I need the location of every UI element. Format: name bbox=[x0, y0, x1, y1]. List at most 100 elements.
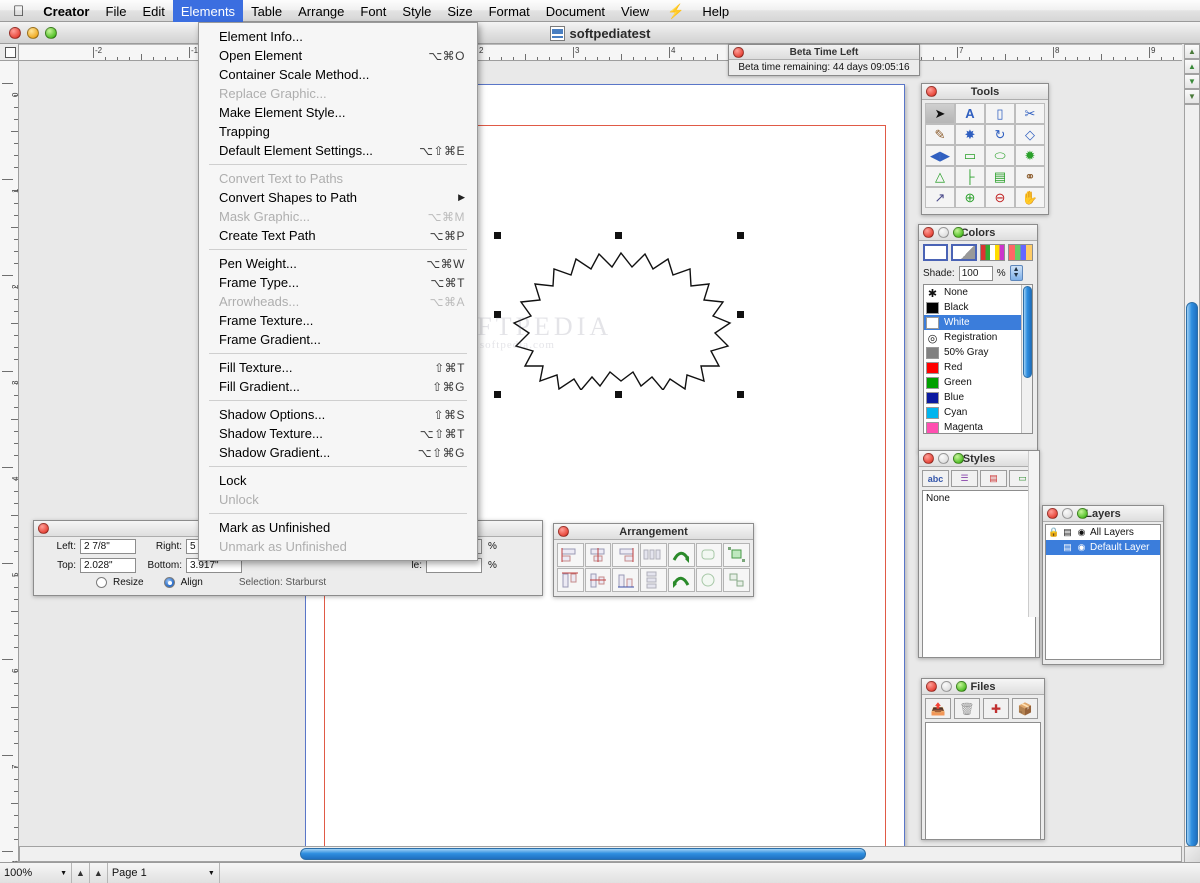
color-row-cyan[interactable]: Cyan bbox=[924, 405, 1032, 420]
menu-item-shadow-gradient[interactable]: Shadow Gradient... ⌥⇧⌘G bbox=[199, 443, 477, 462]
menu-document[interactable]: Document bbox=[538, 0, 613, 22]
vertical-ruler[interactable]: 012345678 bbox=[0, 61, 19, 883]
skew-tool[interactable]: ◇ bbox=[1015, 124, 1045, 145]
gradient-mode-button[interactable] bbox=[979, 244, 1005, 261]
resize-handle-ne[interactable] bbox=[737, 232, 744, 239]
styles-close-button[interactable] bbox=[923, 453, 934, 464]
layers-close-button[interactable] bbox=[1047, 508, 1058, 519]
magic-wand-tool[interactable]: ✸ bbox=[955, 124, 985, 145]
menu-item-frame-gradient[interactable]: Frame Gradient... bbox=[199, 330, 477, 349]
print-icon[interactable]: ▤ bbox=[1062, 527, 1073, 538]
resize-radio[interactable] bbox=[96, 577, 107, 588]
pointer-tool[interactable]: ➤ bbox=[925, 103, 955, 124]
menu-arrange[interactable]: Arrange bbox=[290, 0, 352, 22]
resize-handle-n[interactable] bbox=[615, 232, 622, 239]
next-page-icon[interactable]: ▼ bbox=[1184, 74, 1200, 89]
palette-mode-button[interactable] bbox=[1007, 244, 1033, 261]
rectangle-tool[interactable]: ▭ bbox=[955, 145, 985, 166]
menu-size[interactable]: Size bbox=[439, 0, 480, 22]
color-row-magenta[interactable]: Magenta bbox=[924, 420, 1032, 433]
menu-view[interactable]: View bbox=[613, 0, 657, 22]
menu-item-make-element-style[interactable]: Make Element Style... bbox=[199, 103, 477, 122]
arrangement-close-button[interactable] bbox=[558, 526, 569, 537]
menu-creator[interactable]: Creator bbox=[35, 0, 97, 22]
line-tool[interactable]: ├ bbox=[955, 166, 985, 187]
align-radio[interactable] bbox=[163, 577, 175, 588]
resize-handle-w[interactable] bbox=[494, 311, 501, 318]
menu-elements[interactable]: Elements bbox=[172, 0, 244, 22]
styles-minimize-button[interactable] bbox=[938, 453, 949, 464]
distribute-horizontal-button[interactable] bbox=[640, 543, 667, 567]
layers-minimize-button[interactable] bbox=[1062, 508, 1073, 519]
resize-handle-sw[interactable] bbox=[494, 391, 501, 398]
vertical-scroll-thumb[interactable] bbox=[1186, 302, 1198, 847]
styles-list[interactable]: None bbox=[922, 451, 1039, 658]
zoom-out-tool[interactable]: ⊖ bbox=[985, 187, 1015, 208]
beta-time-palette[interactable]: Beta Time Left Beta time remaining: 44 d… bbox=[728, 44, 920, 76]
align-center-vertical-button[interactable] bbox=[584, 568, 612, 592]
send-backward-button[interactable] bbox=[667, 568, 695, 592]
mirror-tool[interactable]: ◀▶ bbox=[925, 145, 955, 166]
color-row-none[interactable]: ✱ None bbox=[924, 285, 1032, 300]
layers-palette[interactable]: Layers 🔒 ▤ ◉ All Layers ▤ ◉ Default Laye… bbox=[1042, 505, 1164, 665]
menu-item-shadow-texture[interactable]: Shadow Texture... ⌥⇧⌘T bbox=[199, 424, 477, 443]
color-row-50gray[interactable]: 50% Gray bbox=[924, 345, 1032, 360]
ellipse-tool[interactable]: ⬭ bbox=[985, 145, 1015, 166]
link-tool[interactable]: ⚭ bbox=[1015, 166, 1045, 187]
layer-row-all[interactable]: 🔒 ▤ ◉ All Layers bbox=[1046, 525, 1160, 540]
table-tool[interactable]: ▤ bbox=[985, 166, 1015, 187]
left-input[interactable]: 2 7/8" bbox=[80, 539, 136, 554]
tools-palette[interactable]: Tools ➤ A ▯ ✂ ✎ ✸ ↻ ◇ ◀▶ ▭ ⬭ ✹ △ ├ ▤ ⚭ ↗… bbox=[921, 83, 1049, 215]
layer-row-default[interactable]: ▤ ◉ Default Layer bbox=[1046, 540, 1160, 555]
styles-list-scrollbar[interactable] bbox=[1028, 451, 1039, 617]
menu-file[interactable]: File bbox=[98, 0, 135, 22]
menu-table[interactable]: Table bbox=[243, 0, 290, 22]
distribute-vertical-button[interactable] bbox=[640, 568, 667, 592]
zoom-out-step-button[interactable]: ▲ bbox=[72, 862, 90, 883]
beta-close-button[interactable] bbox=[733, 47, 744, 58]
collect-files-icon[interactable]: 📦 bbox=[1012, 698, 1038, 719]
top-input[interactable]: 2.028" bbox=[80, 558, 136, 573]
menu-item-container-scale-method[interactable]: Container Scale Method... bbox=[199, 65, 477, 84]
window-titlebar[interactable]: softpediatest bbox=[0, 22, 1200, 44]
apple-menu-icon[interactable]:  bbox=[0, 0, 35, 22]
menu-item-pen-weight[interactable]: Pen Weight... ⌥⌘W bbox=[199, 254, 477, 273]
align-right-button[interactable] bbox=[612, 543, 640, 567]
color-row-blue[interactable]: Blue bbox=[924, 390, 1032, 405]
files-zoom-button[interactable] bbox=[956, 681, 967, 692]
rotate-tool[interactable]: ↻ bbox=[985, 124, 1015, 145]
menu-item-frame-texture[interactable]: Frame Texture... bbox=[199, 311, 477, 330]
menu-font[interactable]: Font bbox=[352, 0, 394, 22]
align-left-button[interactable] bbox=[557, 543, 584, 567]
menu-item-mark-as-unfinished[interactable]: Mark as Unfinished bbox=[199, 518, 477, 537]
menu-item-default-element-settings[interactable]: Default Element Settings... ⌥⇧⌘E bbox=[199, 141, 477, 160]
position-close-button[interactable] bbox=[38, 523, 49, 534]
resize-handle-s[interactable] bbox=[615, 391, 622, 398]
menu-format[interactable]: Format bbox=[481, 0, 538, 22]
color-row-green[interactable]: Green bbox=[924, 375, 1032, 390]
relink-file-icon[interactable]: 📤 bbox=[925, 698, 951, 719]
horizontal-scroll-thumb[interactable] bbox=[300, 848, 866, 860]
layers-zoom-button[interactable] bbox=[1077, 508, 1088, 519]
color-row-registration[interactable]: ◎ Registration bbox=[924, 330, 1032, 345]
eye-icon[interactable]: ◉ bbox=[1076, 542, 1087, 553]
color-row-red[interactable]: Red bbox=[924, 360, 1032, 375]
ruler-origin-box[interactable] bbox=[0, 44, 19, 61]
first-page-icon[interactable]: ▲ bbox=[1184, 44, 1200, 59]
starburst-tool[interactable]: ✹ bbox=[1015, 145, 1045, 166]
text-tool[interactable]: A bbox=[955, 103, 985, 124]
menu-edit[interactable]: Edit bbox=[134, 0, 172, 22]
align-bottom-button[interactable] bbox=[612, 568, 640, 592]
color-row-black[interactable]: Black bbox=[924, 300, 1032, 315]
layers-list[interactable]: 🔒 ▤ ◉ All Layers ▤ ◉ Default Layer bbox=[1045, 524, 1161, 660]
files-close-button[interactable] bbox=[926, 681, 937, 692]
page-selector[interactable]: Page 1 ▼ bbox=[108, 862, 220, 883]
menu-style[interactable]: Style bbox=[394, 0, 439, 22]
colors-minimize-button[interactable] bbox=[938, 227, 949, 238]
colors-close-button[interactable] bbox=[923, 227, 934, 238]
align-top-button[interactable] bbox=[557, 568, 584, 592]
menu-item-create-text-path[interactable]: Create Text Path ⌥⌘P bbox=[199, 226, 477, 245]
bring-forward-button[interactable] bbox=[667, 543, 695, 567]
style-item[interactable]: None bbox=[926, 493, 1032, 504]
ungroup-button[interactable] bbox=[695, 568, 723, 592]
